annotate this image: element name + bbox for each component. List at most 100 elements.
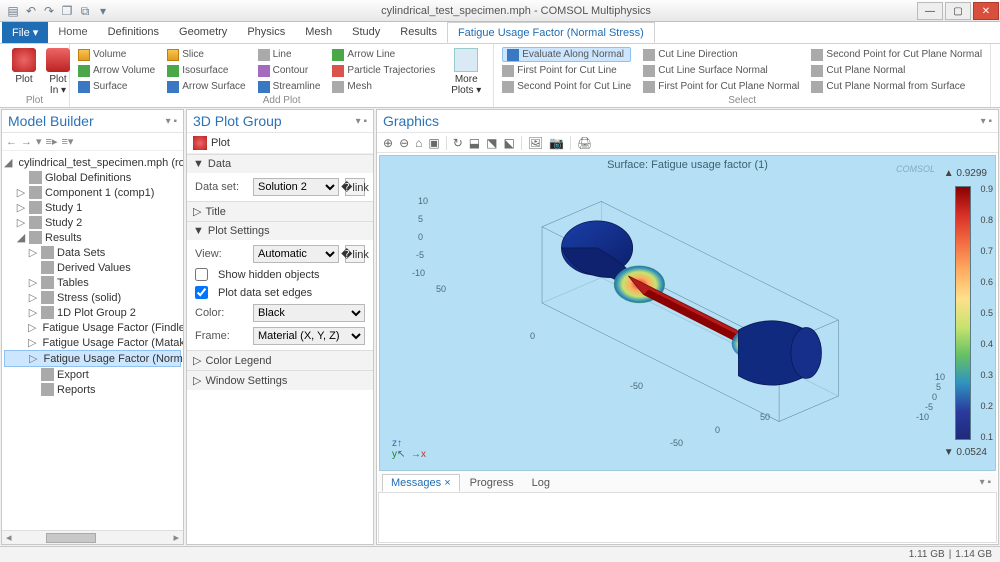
tree-node[interactable]: ▷Component 1 (comp1) xyxy=(4,185,181,200)
add-volume[interactable]: Volume xyxy=(78,47,155,62)
tab-progress[interactable]: Progress xyxy=(462,475,522,491)
cut-line-surface-normal[interactable]: Cut Line Surface Normal xyxy=(643,63,799,78)
tree-node[interactable]: ▷Fatigue Usage Factor (Findley) xyxy=(4,320,181,335)
save-icon[interactable]: ▤ xyxy=(6,4,20,18)
tab-contextual[interactable]: Fatigue Usage Factor (Normal Stress) xyxy=(447,22,655,43)
second-point-cut-line[interactable]: Second Point for Cut Line xyxy=(502,79,631,94)
nav-fwd-icon[interactable]: → xyxy=(21,136,32,148)
tree-node[interactable]: Global Definitions xyxy=(4,170,181,185)
section-title[interactable]: ▷Title xyxy=(187,202,373,221)
add-contour[interactable]: Contour xyxy=(258,63,321,78)
cut-plane-normal[interactable]: Cut Plane Normal xyxy=(811,63,982,78)
second-point-cut-plane-normal[interactable]: Second Point for Cut Plane Normal xyxy=(811,47,982,62)
tab-log[interactable]: Log xyxy=(524,475,558,491)
panel-menu-icon[interactable]: ▾ ▪ xyxy=(356,116,367,127)
frame-select[interactable]: Material (X, Y, Z) xyxy=(253,327,365,345)
tab-study[interactable]: Study xyxy=(342,22,390,43)
zoom-box-icon[interactable]: ▣ xyxy=(428,136,439,150)
goto-dataset-icon[interactable]: �link xyxy=(345,178,365,196)
zoom-extents-icon[interactable]: ⌂ xyxy=(415,136,422,150)
section-color-legend[interactable]: ▷Color Legend xyxy=(187,351,373,370)
camera-icon[interactable]: 📷 xyxy=(549,136,564,150)
add-arrow-surface[interactable]: Arrow Surface xyxy=(167,79,245,94)
chevron-down-icon[interactable]: ▾ xyxy=(96,4,110,18)
tree-more-icon[interactable]: ≡▾ xyxy=(61,135,73,148)
add-arrow-line[interactable]: Arrow Line xyxy=(332,47,435,62)
maximize-button[interactable]: ▢ xyxy=(945,2,971,20)
cut-plane-normal-from-surface[interactable]: Cut Plane Normal from Surface xyxy=(811,79,982,94)
first-point-cut-line[interactable]: First Point for Cut Line xyxy=(502,63,631,78)
tree-node[interactable]: Derived Values xyxy=(4,260,181,275)
add-mesh[interactable]: Mesh xyxy=(332,79,435,94)
rotate-icon[interactable]: ↻ xyxy=(453,136,463,150)
tab-home[interactable]: Home xyxy=(48,22,97,43)
panel-menu-icon[interactable]: ▾ ▪ xyxy=(981,116,992,127)
messages-body[interactable] xyxy=(378,493,997,543)
close-button[interactable]: ✕ xyxy=(973,2,999,20)
tab-results[interactable]: Results xyxy=(390,22,447,43)
tab-definitions[interactable]: Definitions xyxy=(98,22,169,43)
collapse-icon[interactable]: ≡▸ xyxy=(46,135,58,148)
add-slice[interactable]: Slice xyxy=(167,47,245,62)
evaluate-along-normal[interactable]: Evaluate Along Normal xyxy=(502,47,631,62)
copy-icon[interactable]: ❐ xyxy=(60,4,74,18)
view-xz-icon[interactable]: ⬕ xyxy=(503,136,514,150)
scene-3d xyxy=(440,176,915,430)
view-xy-icon[interactable]: ⬓ xyxy=(469,136,480,150)
plot-edges-checkbox[interactable] xyxy=(195,286,208,299)
cut-line-direction[interactable]: Cut Line Direction xyxy=(643,47,799,62)
tree-node[interactable]: ▷Study 1 xyxy=(4,200,181,215)
tree-node[interactable]: ▷Fatigue Usage Factor (Normal Stress) xyxy=(4,350,181,367)
plot-button[interactable]: Plot xyxy=(8,46,40,98)
tree-root[interactable]: cylindrical_test_specimen.mph (root) xyxy=(18,157,183,169)
close-tab-icon[interactable]: × xyxy=(444,477,450,489)
more-plots-button[interactable]: More Plots ▾ xyxy=(447,46,485,98)
undo-icon[interactable]: ↶ xyxy=(24,4,38,18)
redo-icon[interactable]: ↷ xyxy=(42,4,56,18)
section-data[interactable]: ▼Data xyxy=(187,155,373,173)
dataset-select[interactable]: Solution 2 xyxy=(253,178,339,196)
add-isosurface[interactable]: Isosurface xyxy=(167,63,245,78)
graphics-viewport[interactable]: Surface: Fatigue usage factor (1) COMSOL xyxy=(379,155,996,471)
tree-node[interactable]: ▷Data Sets xyxy=(4,245,181,260)
first-point-cut-plane-normal[interactable]: First Point for Cut Plane Normal xyxy=(643,79,799,94)
tree-node[interactable]: ▷Tables xyxy=(4,275,181,290)
nav-back-icon[interactable]: ← xyxy=(6,136,17,148)
add-line[interactable]: Line xyxy=(258,47,321,62)
tab-mesh[interactable]: Mesh xyxy=(295,22,342,43)
minimize-button[interactable]: — xyxy=(917,2,943,20)
tree-hscroll[interactable]: ◂▸ xyxy=(2,530,183,544)
expand-icon[interactable]: ▾ xyxy=(36,135,42,148)
tree-node[interactable]: ◢Results xyxy=(4,230,181,245)
paste-icon[interactable]: ⧉ xyxy=(78,4,92,18)
view-select[interactable]: Automatic xyxy=(253,245,339,263)
tree-node[interactable]: ▷Fatigue Usage Factor (Matake) xyxy=(4,335,181,350)
file-menu[interactable]: File ▾ xyxy=(2,22,48,43)
tree-node[interactable]: Reports xyxy=(4,382,181,397)
add-surface[interactable]: Surface xyxy=(78,79,155,94)
print-icon[interactable]: 🖨 xyxy=(577,136,592,150)
tab-geometry[interactable]: Geometry xyxy=(169,22,237,43)
view-yz-icon[interactable]: ⬔ xyxy=(486,136,497,150)
tree-node[interactable]: Export xyxy=(4,367,181,382)
section-plot-settings[interactable]: ▼Plot Settings xyxy=(187,222,373,240)
zoom-in-icon[interactable]: ⊕ xyxy=(383,136,393,150)
tree-node[interactable]: ▷Study 2 xyxy=(4,215,181,230)
model-tree[interactable]: ◢cylindrical_test_specimen.mph (root) Gl… xyxy=(2,151,183,530)
tree-node[interactable]: ▷1D Plot Group 2 xyxy=(4,305,181,320)
section-window-settings[interactable]: ▷Window Settings xyxy=(187,371,373,390)
snapshot-icon[interactable]: 🖼 xyxy=(528,136,543,150)
show-hidden-checkbox[interactable] xyxy=(195,268,208,281)
color-select[interactable]: Black xyxy=(253,304,365,322)
add-particle-traj[interactable]: Particle Trajectories xyxy=(332,63,435,78)
add-streamline[interactable]: Streamline xyxy=(258,79,321,94)
panel-menu-icon[interactable]: ▾ ▪ xyxy=(980,477,997,488)
zoom-out-icon[interactable]: ⊖ xyxy=(399,136,409,150)
tree-node[interactable]: ▷Stress (solid) xyxy=(4,290,181,305)
tab-messages[interactable]: Messages × xyxy=(382,474,460,492)
add-arrow-volume[interactable]: Arrow Volume xyxy=(78,63,155,78)
goto-view-icon[interactable]: �link xyxy=(345,245,365,263)
panel-menu-icon[interactable]: ▾ ▪ xyxy=(166,116,177,127)
plot-action[interactable]: Plot xyxy=(211,137,230,149)
tab-physics[interactable]: Physics xyxy=(237,22,295,43)
